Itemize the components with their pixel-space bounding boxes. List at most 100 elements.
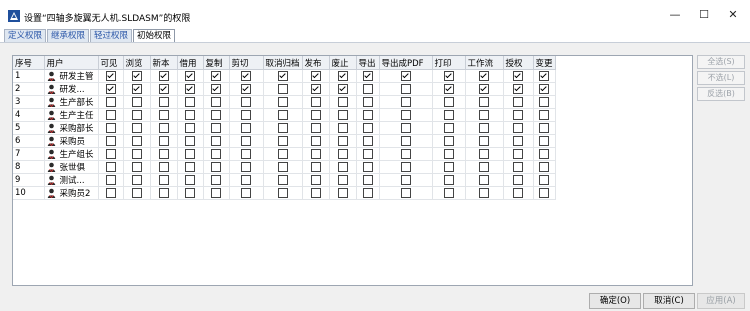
col-header-borrow[interactable]: 借用: [177, 56, 204, 70]
col-header-change[interactable]: 变更: [533, 56, 556, 70]
permission-checkbox-export-pdf[interactable]: [400, 174, 411, 185]
permission-checkbox-borrow[interactable]: [185, 109, 195, 120]
permission-checkbox-change[interactable]: [539, 109, 550, 120]
permission-checkbox-print[interactable]: [443, 83, 454, 94]
permission-checkbox-copy[interactable]: [211, 83, 221, 94]
permission-checkbox-workflow[interactable]: [479, 174, 490, 185]
permission-checkbox-visible[interactable]: [105, 148, 116, 159]
permission-checkbox-new-version[interactable]: [158, 122, 169, 133]
col-header-visible[interactable]: 可见: [98, 56, 124, 70]
permission-checkbox-copy[interactable]: [211, 161, 221, 172]
permission-checkbox-print[interactable]: [443, 187, 454, 198]
permission-checkbox-cut[interactable]: [241, 83, 251, 94]
permission-checkbox-browse[interactable]: [131, 96, 142, 107]
permission-checkbox-visible[interactable]: [105, 174, 116, 185]
permission-checkbox-change[interactable]: [539, 148, 550, 159]
permission-checkbox-change[interactable]: [539, 187, 550, 198]
permission-checkbox-export[interactable]: [362, 148, 373, 159]
permission-checkbox-obsolete[interactable]: [337, 96, 348, 107]
permission-checkbox-cut[interactable]: [241, 70, 251, 81]
permission-checkbox-print[interactable]: [443, 122, 454, 133]
select-all-button[interactable]: 全选(S): [697, 55, 745, 69]
col-header-unarchive[interactable]: 取消归档: [263, 56, 303, 70]
permission-checkbox-visible[interactable]: [105, 109, 116, 120]
permission-checkbox-authorize[interactable]: [513, 96, 524, 107]
permission-checkbox-workflow[interactable]: [479, 148, 490, 159]
col-header-no[interactable]: 序号: [13, 56, 45, 70]
permission-checkbox-cut[interactable]: [241, 161, 251, 172]
permission-checkbox-new-version[interactable]: [158, 148, 169, 159]
table-row[interactable]: 10 采购员2: [13, 186, 556, 200]
permission-checkbox-export[interactable]: [362, 83, 373, 94]
permission-checkbox-export-pdf[interactable]: [400, 96, 411, 107]
tab-passed-permissions[interactable]: 轻过权限: [90, 29, 133, 42]
col-header-user[interactable]: 用户: [44, 56, 99, 70]
cancel-button[interactable]: 取消(C): [643, 293, 695, 309]
permission-checkbox-change[interactable]: [539, 83, 550, 94]
permission-checkbox-export[interactable]: [362, 187, 373, 198]
permission-checkbox-visible[interactable]: [105, 122, 116, 133]
permission-checkbox-publish[interactable]: [310, 148, 321, 159]
permission-checkbox-cut[interactable]: [241, 135, 251, 146]
permission-checkbox-workflow[interactable]: [479, 83, 490, 94]
permission-checkbox-borrow[interactable]: [185, 83, 195, 94]
table-row[interactable]: 3 生产部长: [13, 95, 556, 109]
permission-checkbox-publish[interactable]: [310, 83, 321, 94]
permission-checkbox-browse[interactable]: [131, 70, 142, 81]
permission-checkbox-cut[interactable]: [241, 109, 251, 120]
permission-checkbox-borrow[interactable]: [185, 161, 195, 172]
permission-checkbox-workflow[interactable]: [479, 187, 490, 198]
permission-checkbox-borrow[interactable]: [185, 148, 195, 159]
permission-checkbox-change[interactable]: [539, 70, 550, 81]
user-cell[interactable]: 研发...: [44, 82, 99, 96]
permission-checkbox-print[interactable]: [443, 135, 454, 146]
permission-checkbox-publish[interactable]: [310, 109, 321, 120]
permission-checkbox-unarchive[interactable]: [277, 109, 288, 120]
user-cell[interactable]: 采购员2: [44, 186, 99, 200]
permission-checkbox-visible[interactable]: [105, 83, 116, 94]
permission-checkbox-export-pdf[interactable]: [400, 148, 411, 159]
permission-checkbox-authorize[interactable]: [513, 83, 524, 94]
table-row[interactable]: 9 测试...: [13, 173, 556, 187]
permission-checkbox-workflow[interactable]: [479, 161, 490, 172]
col-header-print[interactable]: 打印: [432, 56, 466, 70]
permission-checkbox-workflow[interactable]: [479, 109, 490, 120]
permission-checkbox-export-pdf[interactable]: [400, 161, 411, 172]
permission-checkbox-export-pdf[interactable]: [400, 70, 411, 81]
permission-checkbox-unarchive[interactable]: [277, 122, 288, 133]
col-header-new-version[interactable]: 新本: [150, 56, 178, 70]
permission-checkbox-authorize[interactable]: [513, 122, 524, 133]
permission-checkbox-publish[interactable]: [310, 96, 321, 107]
permission-checkbox-copy[interactable]: [211, 174, 221, 185]
permission-checkbox-print[interactable]: [443, 109, 454, 120]
permission-checkbox-unarchive[interactable]: [277, 174, 288, 185]
permission-checkbox-change[interactable]: [539, 96, 550, 107]
permission-checkbox-cut[interactable]: [241, 174, 251, 185]
permission-checkbox-workflow[interactable]: [479, 96, 490, 107]
permission-checkbox-new-version[interactable]: [158, 135, 169, 146]
permission-checkbox-authorize[interactable]: [513, 109, 524, 120]
permission-checkbox-unarchive[interactable]: [277, 83, 288, 94]
permission-checkbox-publish[interactable]: [310, 187, 321, 198]
permission-checkbox-browse[interactable]: [131, 161, 142, 172]
permission-checkbox-obsolete[interactable]: [337, 70, 348, 81]
permission-checkbox-export[interactable]: [362, 70, 373, 81]
col-header-authorize[interactable]: 授权: [503, 56, 534, 70]
permission-checkbox-browse[interactable]: [131, 135, 142, 146]
permission-checkbox-authorize[interactable]: [513, 174, 524, 185]
permission-checkbox-authorize[interactable]: [513, 148, 524, 159]
permission-checkbox-publish[interactable]: [310, 122, 321, 133]
permission-checkbox-new-version[interactable]: [158, 96, 169, 107]
permission-checkbox-borrow[interactable]: [185, 135, 195, 146]
permission-checkbox-copy[interactable]: [211, 122, 221, 133]
apply-button[interactable]: 应用(A): [697, 293, 745, 309]
permission-checkbox-obsolete[interactable]: [337, 161, 348, 172]
permission-checkbox-visible[interactable]: [105, 161, 116, 172]
col-header-export[interactable]: 导出: [356, 56, 380, 70]
permission-checkbox-authorize[interactable]: [513, 135, 524, 146]
tab-initial-permissions[interactable]: 初始权限: [133, 29, 176, 43]
permission-checkbox-visible[interactable]: [105, 96, 116, 107]
permission-checkbox-export-pdf[interactable]: [400, 83, 411, 94]
permission-checkbox-authorize[interactable]: [513, 161, 524, 172]
user-cell[interactable]: 生产组长: [44, 147, 99, 161]
